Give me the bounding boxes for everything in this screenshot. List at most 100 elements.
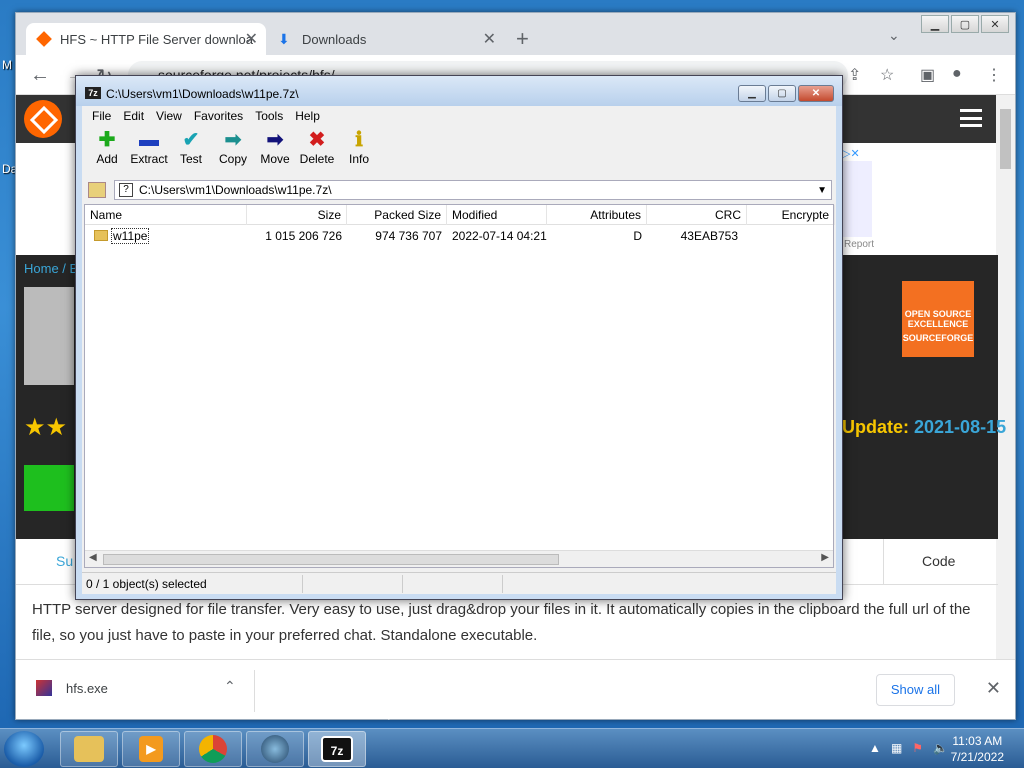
show-all-button[interactable]: Show all	[875, 674, 955, 706]
column-size[interactable]: Size	[247, 205, 347, 225]
network-icon[interactable]: ▦	[891, 741, 902, 755]
download-filename: hfs.exe	[66, 680, 108, 696]
chevron-down-icon[interactable]: ⌄	[888, 27, 900, 44]
scroll-right-icon[interactable]: ▶	[821, 552, 829, 563]
close-button[interactable]: ✕	[798, 85, 834, 102]
new-tab-button[interactable]: +	[516, 26, 529, 52]
project-description: HTTP server designed for file transfer. …	[32, 601, 971, 644]
taskbar-sevenzip[interactable]: 7z	[308, 731, 366, 767]
add-button[interactable]: ✚ Add	[86, 128, 128, 176]
horizontal-scrollbar[interactable]: ◀ ▶	[85, 550, 833, 567]
extract-button[interactable]: ▬ Extract	[128, 128, 170, 176]
page-scrollbar[interactable]	[996, 95, 1015, 659]
star-icon[interactable]: ☆	[880, 65, 894, 85]
minimize-button[interactable]: ▁	[738, 85, 766, 102]
move-arrow-icon: ➡	[266, 129, 284, 151]
cell-attributes: D	[633, 229, 642, 243]
folder-up-icon[interactable]	[88, 182, 106, 198]
chevron-up-icon[interactable]: ▲	[869, 741, 881, 755]
menu-view[interactable]: View	[150, 106, 188, 126]
breadcrumb[interactable]: Home / Br	[24, 261, 83, 276]
scroll-thumb[interactable]	[103, 554, 559, 565]
ad-banner[interactable]	[842, 161, 872, 237]
folder-icon	[94, 230, 108, 241]
column-name[interactable]: Name	[85, 205, 247, 225]
toolbar: ✚ Add ▬ Extract ✔ Test ➡ Copy ➡ Move ✖ Delete ℹ Info	[82, 128, 836, 176]
sevenzip-window: 7z C:\Users\vm1\Downloads\w11pe.7z\ ▁ ▢ …	[75, 75, 843, 600]
menu-bar: File Edit View Favorites Tools Help	[82, 106, 836, 126]
copy-button[interactable]: ➡ Copy	[212, 128, 254, 176]
table-row[interactable]: w11pe 1 015 206 726 974 736 707 2022-07-…	[85, 227, 833, 245]
info-button[interactable]: ℹ Info	[338, 128, 380, 176]
project-logo	[24, 287, 74, 385]
menu-help[interactable]: Help	[289, 106, 326, 126]
start-button[interactable]	[4, 731, 44, 767]
tab-summary[interactable]: Su	[56, 553, 73, 569]
menu-favorites[interactable]: Favorites	[188, 106, 249, 126]
close-icon[interactable]: ✕	[986, 678, 1001, 699]
tab-code[interactable]: Code	[922, 553, 955, 569]
column-crc[interactable]: CRC	[647, 205, 747, 225]
move-button[interactable]: ➡ Move	[254, 128, 296, 176]
desktop-label: M	[2, 58, 12, 72]
folder-icon	[74, 736, 104, 762]
sevenzip-app-icon: 7z	[85, 87, 101, 99]
close-icon[interactable]: ✕	[245, 29, 258, 49]
cell-crc: 43EAB753	[680, 229, 738, 243]
archive-icon: ?	[119, 183, 133, 197]
taskbar-chrome[interactable]	[184, 731, 242, 767]
chrome-icon	[199, 735, 227, 763]
column-attributes[interactable]: Attributes	[547, 205, 647, 225]
copy-arrow-icon: ➡	[224, 129, 242, 151]
taskbar-network-app[interactable]	[246, 731, 304, 767]
info-icon: ℹ	[355, 129, 363, 151]
column-modified[interactable]: Modified	[447, 205, 547, 225]
column-packed-size[interactable]: Packed Size	[347, 205, 447, 225]
hfs-file-icon	[36, 680, 52, 696]
side-panel-icon[interactable]: ▣	[920, 65, 935, 85]
minimize-button[interactable]: ▁	[921, 15, 949, 33]
cell-encrypted	[747, 227, 835, 245]
taskbar-explorer[interactable]	[60, 731, 118, 767]
sourceforge-favicon-icon	[36, 31, 52, 47]
system-tray: ▲ ▦ ⚑ 🔈	[869, 741, 948, 755]
dropdown-arrow-icon[interactable]: ▼	[817, 182, 827, 200]
tab-hfs[interactable]: HFS ~ HTTP File Server downloa ✕	[26, 23, 266, 55]
hamburger-menu-icon[interactable]	[960, 109, 982, 127]
path-input[interactable]: ? C:\Users\vm1\Downloads\w11pe.7z\ ▼	[114, 180, 832, 200]
toolbar-label: Delete	[299, 152, 335, 166]
maximize-button[interactable]: ▢	[951, 15, 979, 33]
close-icon[interactable]: ✕	[483, 29, 496, 49]
tab-title: Downloads	[302, 31, 367, 47]
taskbar-media-player[interactable]: ▶	[122, 731, 180, 767]
share-icon[interactable]: ⇪	[848, 65, 861, 85]
download-item[interactable]: hfs.exe	[36, 680, 108, 696]
menu-dots-icon[interactable]: ⋮	[986, 65, 1002, 85]
scroll-left-icon[interactable]: ◀	[89, 552, 97, 563]
menu-tools[interactable]: Tools	[249, 106, 289, 126]
download-button[interactable]	[24, 465, 74, 511]
back-arrow-icon[interactable]: ←	[30, 64, 50, 87]
chevron-up-icon[interactable]: ⌃	[224, 678, 236, 695]
download-shelf: hfs.exe ⌃ Show all ✕	[16, 659, 1015, 719]
sourceforge-logo-icon[interactable]	[24, 100, 62, 138]
menu-edit[interactable]: Edit	[117, 106, 150, 126]
tab-downloads[interactable]: ⬇ Downloads ✕	[268, 23, 504, 55]
maximize-button[interactable]: ▢	[768, 85, 796, 102]
check-icon: ✔	[182, 129, 200, 151]
menu-file[interactable]: File	[86, 106, 117, 126]
delete-button[interactable]: ✖ Delete	[296, 128, 338, 176]
volume-icon[interactable]: 🔈	[933, 741, 948, 755]
ad-choices-icon[interactable]: ▷✕	[842, 147, 860, 160]
toolbar-label: Extract	[130, 152, 168, 166]
window-title-bar[interactable]: 7z C:\Users\vm1\Downloads\w11pe.7z\ ▁ ▢ …	[76, 76, 842, 106]
toolbar-label: Test	[179, 152, 202, 166]
close-button[interactable]: ✕	[981, 15, 1009, 33]
column-encrypted[interactable]: Encrypte	[747, 205, 835, 225]
profile-icon[interactable]: ●	[952, 65, 962, 83]
ad-report-link[interactable]: Report	[844, 239, 874, 250]
action-center-flag-icon[interactable]: ⚑	[912, 741, 923, 755]
test-button[interactable]: ✔ Test	[170, 128, 212, 176]
file-list: Name Size Packed Size Modified Attribute…	[84, 204, 835, 568]
system-clock[interactable]: 11:03 AM 7/21/2022	[951, 733, 1004, 765]
